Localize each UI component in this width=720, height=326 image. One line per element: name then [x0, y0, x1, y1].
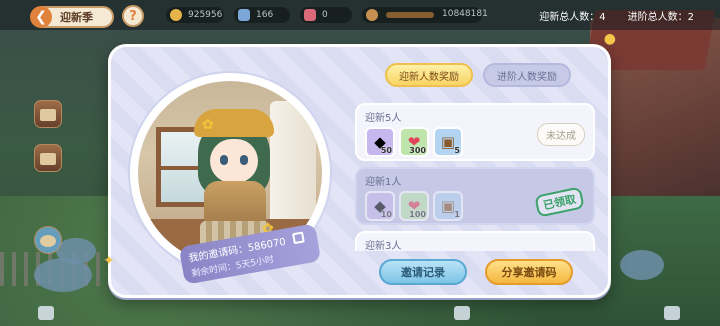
heart-icon[interactable]: ❤ 300: [399, 127, 429, 157]
back-button[interactable]: ❮ 迎新季: [30, 6, 114, 28]
sparkle-icon: ●: [603, 31, 616, 47]
item-quantity: 300: [409, 146, 426, 155]
item-quantity: 50: [380, 146, 392, 155]
share-invite-code-button[interactable]: 分享邀请码: [485, 259, 573, 285]
item-quantity: 1: [454, 210, 460, 219]
item-quantity: 10: [380, 210, 392, 219]
invite-stats: 迎新总人数：4 进阶总人数：2: [539, 8, 694, 23]
ticket-icon: [304, 9, 316, 21]
level-bar-value: 10848181: [442, 9, 488, 19]
reward-panel: 迎新人数奖励 进阶人数奖励 迎新5人 ◆ 50 ❤ 300 ▣ 5 未达成 迎新1人 …: [351, 55, 600, 287]
reward-card: 迎新5人 ◆ 50 ❤ 300 ▣ 5 未达成: [355, 103, 595, 161]
ticket-value: 0: [322, 10, 328, 20]
reward-tabs: 迎新人数奖励 进阶人数奖励: [385, 63, 571, 87]
character-face: [210, 139, 258, 183]
new-total-count: 迎新总人数：4: [539, 12, 606, 23]
item-quantity: 100: [409, 210, 426, 219]
character-eye: [220, 155, 228, 165]
reward-title: 迎新5人: [365, 113, 402, 124]
coin-icon: [170, 9, 182, 21]
back-arrow-icon: ❮: [30, 6, 52, 28]
background-bush: [56, 238, 96, 264]
item-quantity: 5: [454, 146, 460, 155]
bear-icon: [366, 9, 378, 21]
gem-counter: 166: [234, 7, 290, 23]
not-reached-badge: 未达成: [537, 123, 585, 146]
tab-new-invite-rewards[interactable]: 迎新人数奖励: [385, 63, 473, 87]
flower-icon: ✿: [202, 117, 214, 133]
camera-icon[interactable]: [38, 306, 54, 320]
reward-title: 迎新3人: [365, 241, 402, 251]
treasure-chest-icon[interactable]: ▣ 1: [433, 191, 463, 221]
coin-value: 925956: [188, 10, 223, 20]
character-eye: [240, 155, 248, 165]
gem-value: 166: [256, 10, 274, 20]
tab-advanced-rewards[interactable]: 进阶人数奖励: [483, 63, 571, 87]
reward-list[interactable]: 迎新5人 ◆ 50 ❤ 300 ▣ 5 未达成 迎新1人 ◆ 10 ❤ 100 ▣ 1 已领…: [355, 103, 595, 251]
side-menu-icon[interactable]: [34, 226, 62, 254]
invite-records-button[interactable]: 邀请记录: [379, 259, 467, 285]
reward-title: 迎新1人: [365, 177, 402, 188]
coin-counter: 925956: [166, 7, 224, 23]
copy-icon[interactable]: [292, 231, 305, 245]
side-menu-icon[interactable]: [34, 144, 62, 172]
back-button-label: 迎新季: [60, 11, 93, 24]
reward-card: 迎新1人 ◆ 10 ❤ 100 ▣ 1 已领取: [355, 167, 595, 225]
sparkle-icon: ✦: [103, 253, 115, 269]
chat-icon[interactable]: [454, 306, 470, 320]
level-bar-icon: [386, 12, 434, 18]
menu-icon[interactable]: [664, 306, 680, 320]
invite-dialog: ✦ ● ✿ ✿ 我的邀请码：586070 剩余时间：5天5小时 迎新人数奖励 进…: [103, 31, 616, 298]
treasure-chest-icon[interactable]: ▣ 5: [433, 127, 463, 157]
reward-card: 迎新3人: [355, 231, 595, 251]
top-bar: ❮ 迎新季 ? 925956 166 0 10848181 迎新总人数：4 进阶…: [0, 0, 720, 30]
advanced-total-count: 进阶总人数：2: [627, 12, 694, 23]
help-button[interactable]: ?: [122, 5, 144, 27]
heart-icon[interactable]: ❤ 100: [399, 191, 429, 221]
crystal-icon[interactable]: ◆ 10: [365, 191, 395, 221]
crystal-icon[interactable]: ◆ 50: [365, 127, 395, 157]
background-bush: [620, 250, 664, 280]
ticket-counter: 0: [300, 7, 352, 23]
side-menu-icon[interactable]: [34, 100, 62, 128]
gem-icon: [238, 9, 250, 21]
